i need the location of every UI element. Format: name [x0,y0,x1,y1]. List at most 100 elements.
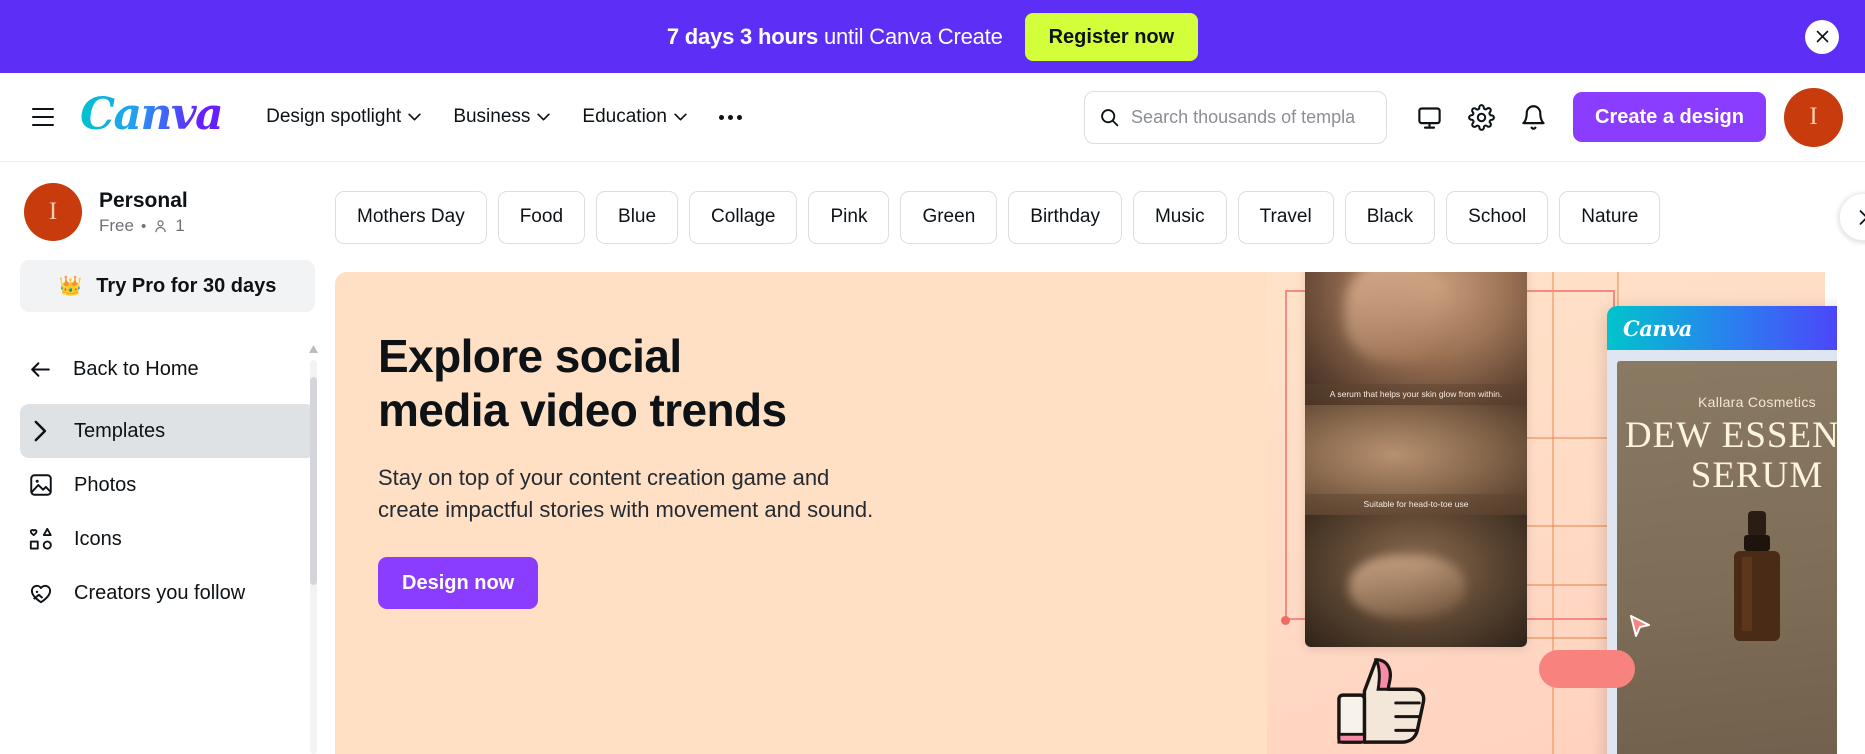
settings-button[interactable] [1457,93,1505,141]
try-pro-label: Try Pro for 30 days [96,274,277,297]
chip-school[interactable]: School [1446,190,1549,244]
scroll-up-arrow-icon[interactable] [308,344,319,355]
cursor-arrow-icon [1630,615,1650,637]
product-brand: Kallara Cosmetics [1698,394,1816,410]
sidebar-item-photos[interactable]: Photos [20,458,315,512]
chevron-down-icon [537,113,551,121]
nav-item-education[interactable]: Education [568,96,701,138]
nav-label: Design spotlight [266,106,402,127]
nav-more-button[interactable] [705,105,756,130]
chip-black[interactable]: Black [1344,190,1436,244]
nav-item-business[interactable]: Business [439,96,564,138]
serum-bottle-illustration [1734,511,1780,641]
ellipsis-icon-dot [736,114,742,120]
design-now-button[interactable]: Design now [378,556,539,609]
chip-blue[interactable]: Blue [596,190,679,244]
hero-subtitle: Stay on top of your content creation gam… [378,462,873,527]
hamburger-menu-button[interactable] [20,94,66,140]
chip-travel[interactable]: Travel [1237,190,1334,244]
hamburger-icon-line [32,124,54,126]
user-avatar[interactable]: I [1784,87,1843,147]
profile-info: Personal Free • 1 [99,188,188,236]
preview-canva-logo: Canva [1623,315,1692,341]
search-input[interactable] [1131,106,1373,128]
back-to-home-button[interactable]: Back to Home [20,347,315,392]
promo-banner: 7 days 3 hours until Canva Create Regist… [0,0,1865,73]
sidebar-item-icons[interactable]: Icons [20,512,315,566]
hero-artwork: A serum that helps your skin glow from w… [1267,272,1837,754]
chip-nature[interactable]: Nature [1559,190,1661,244]
register-now-button[interactable]: Register now [1024,12,1199,61]
display-icon [1417,106,1441,129]
sidebar-scrollbar-track[interactable] [310,360,317,754]
back-to-home-label: Back to Home [73,358,199,380]
chip-mothers-day[interactable]: Mothers Day [335,190,487,244]
decorative-pill [1539,650,1635,688]
hero-subtitle-line-2: create impactful stories with movement a… [378,497,874,523]
search-icon [1101,108,1119,126]
try-pro-button[interactable]: 👑 Try Pro for 30 days [20,260,315,312]
sidebar-scrollbar-thumb[interactable] [310,377,317,585]
chip-food[interactable]: Food [497,190,586,244]
hamburger-icon-line [32,116,54,118]
promo-message: 7 days 3 hours until Canva Create [667,24,1003,50]
sidebar: I Personal Free • 1 👑 Try Pro for 30 day… [0,162,335,754]
image-icon [28,472,54,498]
create-a-design-button[interactable]: Create a design [1573,92,1766,142]
chip-pink[interactable]: Pink [808,190,890,244]
display-settings-button[interactable] [1405,93,1453,141]
chip-music[interactable]: Music [1132,190,1227,244]
shapes-icon [28,526,54,552]
chips-next-button[interactable] [1839,193,1865,241]
close-banner-button[interactable] [1805,19,1839,54]
sidebar-item-templates[interactable]: Templates [20,404,315,458]
promo-suffix: until Canva Create [818,23,1003,49]
photo-caption-2: Suitable for head-to-toe use [1305,493,1527,515]
chevron-down-icon [408,113,421,121]
chevron-down-icon [674,113,687,121]
chip-green[interactable]: Green [900,190,998,244]
thumbs-up-icon [1337,658,1426,744]
person-icon [155,219,167,232]
ellipsis-icon-dot [718,114,724,120]
design-preview-card: Canva Kallara Cosmetics DEW ESSEN SERUM [1607,306,1837,754]
product-title-line-1: DEW ESSENCE [1624,415,1837,456]
photo-collage: A serum that helps your skin glow from w… [1305,272,1527,647]
preview-canvas: Kallara Cosmetics DEW ESSENCE SERUM [1617,361,1837,754]
sidebar-item-label: Icons [74,527,122,550]
main-content: Mothers Day Food Blue Collage Pink Green… [335,162,1865,754]
chip-birthday[interactable]: Birthday [1008,190,1122,244]
profile-name: Personal [99,188,188,212]
sidebar-nav-list: Templates Photos Icons Creators you foll… [20,404,315,620]
search-box[interactable] [1084,90,1388,144]
hero-banner: Explore social media video trends Stay o… [335,272,1837,754]
member-count: 1 [175,216,185,236]
collage-photo-bottom [1305,515,1527,647]
gear-icon [1467,103,1495,131]
sidebar-item-creators-you-follow[interactable]: Creators you follow [20,566,315,620]
category-chips-row: Mothers Day Food Blue Collage Pink Green… [335,162,1865,272]
hero-title: Explore social media video trends [378,330,873,438]
top-navigation-bar: Canva Design spotlight Business Educatio… [0,73,1865,162]
chip-collage[interactable]: Collage [689,190,798,244]
product-title-line-2: SERUM [1690,454,1824,496]
plan-label: Free [99,216,134,236]
nav-item-design-spotlight[interactable]: Design spotlight [252,96,435,138]
hero-title-line-2: media video trends [378,383,787,436]
nav-right-cluster: Create a design I [1084,87,1843,147]
chevron-right-icon [1859,209,1865,225]
bell-icon [1521,104,1545,130]
canva-logo[interactable]: Canva [80,93,224,141]
meta-separator: • [140,217,147,235]
main-nav-links: Design spotlight Business Education [252,96,756,138]
frame-corner-dot [1281,616,1290,625]
sidebar-item-label: Templates [74,419,166,442]
notifications-button[interactable] [1509,93,1557,141]
promo-countdown: 7 days 3 hours [666,23,819,49]
hero-title-line-1: Explore social [378,330,682,382]
profile-meta: Free • 1 [99,216,188,236]
collage-photo-top: A serum that helps your skin glow from w… [1305,272,1527,405]
nav-label: Education [582,106,667,127]
profile-section[interactable]: I Personal Free • 1 [20,162,315,241]
chevron-right-icon [28,418,54,444]
